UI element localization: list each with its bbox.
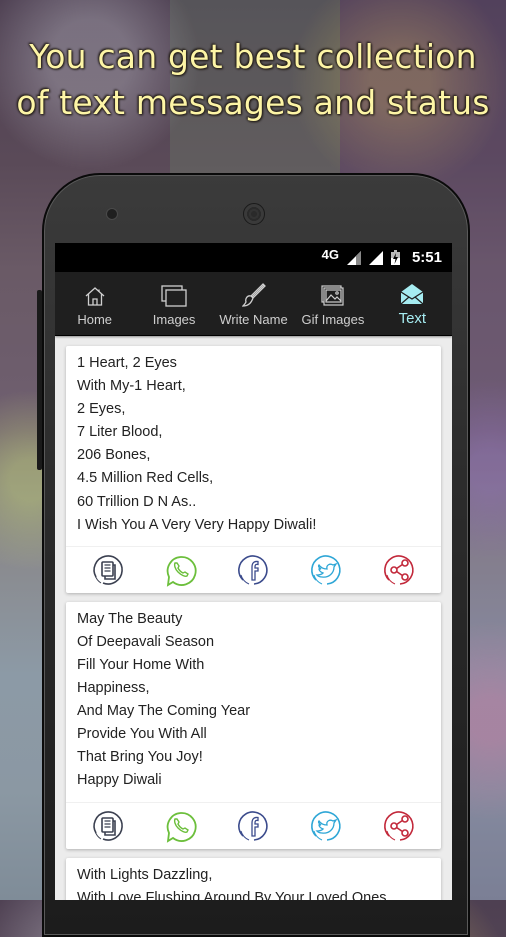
clock: 5:51 xyxy=(411,249,442,266)
status-bar: 4G 5:51 xyxy=(55,243,452,272)
message-actions xyxy=(66,801,441,849)
promo-headline: You can get best collection of text mess… xyxy=(0,34,506,126)
whatsapp-button[interactable] xyxy=(163,808,199,844)
message-card: 1 Heart, 2 Eyes With My-1 Heart, 2 Eyes,… xyxy=(66,346,441,593)
copy-button[interactable] xyxy=(90,552,126,588)
facebook-button[interactable] xyxy=(236,808,272,844)
gallery-icon xyxy=(321,285,344,306)
message-line: And May The Coming Year xyxy=(77,703,251,720)
message-text: 1 Heart, 2 Eyes With My-1 Heart, 2 Eyes,… xyxy=(66,346,441,546)
headline-line-2: of text messages and status xyxy=(16,83,490,122)
tab-home[interactable]: Home xyxy=(55,272,134,335)
tab-gif-images[interactable]: Gif Images xyxy=(293,272,372,335)
signal-icon xyxy=(346,250,361,265)
copy-button[interactable] xyxy=(90,808,126,844)
message-line: 60 Trillion D N As.. xyxy=(77,493,197,510)
twitter-button[interactable] xyxy=(309,808,345,844)
message-list[interactable]: 1 Heart, 2 Eyes With My-1 Heart, 2 Eyes,… xyxy=(55,336,452,900)
message-line: That Bring You Joy! xyxy=(77,749,203,766)
message-line: Fill Your Home With xyxy=(77,656,205,673)
message-card: With Lights Dazzling, With Love Flushing… xyxy=(66,857,441,901)
message-actions xyxy=(66,545,441,593)
message-line: 2 Eyes, xyxy=(77,401,126,418)
tab-bar: Home Images Write Name Gif Images Text xyxy=(55,272,452,336)
twitter-icon xyxy=(310,810,341,841)
wifi-signal-icon xyxy=(368,250,383,265)
facebook-icon xyxy=(237,555,268,585)
share-icon xyxy=(383,555,414,585)
brush-icon xyxy=(241,283,266,307)
message-line: Of Deepavali Season xyxy=(77,633,215,650)
tab-label: Gif Images xyxy=(301,312,365,327)
front-camera-icon xyxy=(106,208,118,220)
earpiece-speaker-icon xyxy=(243,203,265,225)
tab-label: Write Name xyxy=(219,312,288,327)
tab-label: Images xyxy=(152,312,196,327)
facebook-button[interactable] xyxy=(236,552,272,588)
message-line: With My-1 Heart, xyxy=(77,378,186,395)
message-line: Provide You With All xyxy=(77,726,207,743)
share-icon xyxy=(383,810,414,841)
message-line: 4.5 Million Red Cells, xyxy=(77,470,214,487)
tab-label: Home xyxy=(77,312,113,327)
twitter-button[interactable] xyxy=(309,552,345,588)
message-text: May The Beauty Of Deepavali Season Fill … xyxy=(66,602,441,802)
images-icon xyxy=(161,285,187,307)
message-line: 1 Heart, 2 Eyes xyxy=(77,355,177,371)
network-type: 4G xyxy=(321,247,339,262)
share-button[interactable] xyxy=(382,552,418,588)
envelope-icon xyxy=(400,284,424,305)
facebook-icon xyxy=(237,810,268,841)
phone-screen: 4G 5:51 Home Images Write Name Gif Image… xyxy=(55,243,452,900)
message-line: With Lights Dazzling, xyxy=(77,866,213,883)
message-line: Happiness, xyxy=(77,680,150,697)
whatsapp-icon xyxy=(166,811,196,843)
whatsapp-icon xyxy=(166,555,196,587)
twitter-icon xyxy=(310,555,341,585)
home-icon xyxy=(85,287,105,306)
tab-images[interactable]: Images xyxy=(134,272,213,335)
copy-icon xyxy=(92,810,123,841)
message-card: May The Beauty Of Deepavali Season Fill … xyxy=(66,601,441,849)
tab-label: Text xyxy=(398,310,427,327)
message-text: With Lights Dazzling, With Love Flushing… xyxy=(66,858,441,901)
copy-icon xyxy=(92,554,123,585)
share-button[interactable] xyxy=(382,808,418,844)
tab-write-name[interactable]: Write Name xyxy=(214,272,293,335)
battery-charging-icon xyxy=(390,250,400,265)
message-line: 7 Liter Blood, xyxy=(77,424,163,441)
message-line: May The Beauty xyxy=(77,610,183,627)
whatsapp-button[interactable] xyxy=(163,552,199,588)
message-line: 206 Bones, xyxy=(77,447,151,464)
headline-line-1: You can get best collection xyxy=(29,37,477,76)
message-line: Happy Diwali xyxy=(77,772,162,789)
message-line: With Love Flushing Around By Your Loved … xyxy=(77,889,387,900)
message-line: I Wish You A Very Very Happy Diwali! xyxy=(77,516,317,533)
tab-text[interactable]: Text xyxy=(373,272,452,335)
